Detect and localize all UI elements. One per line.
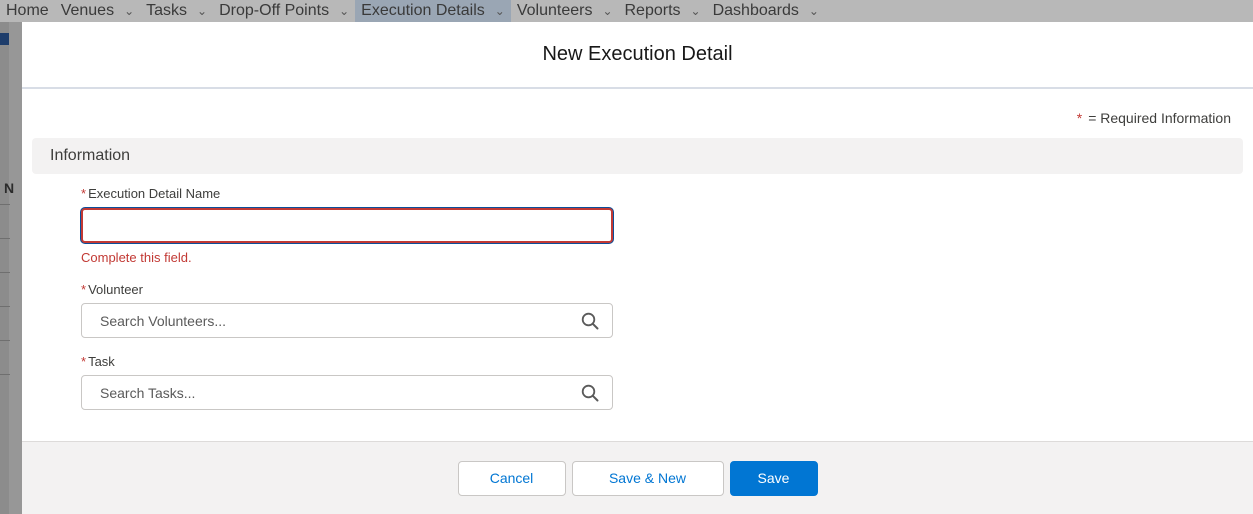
field-volunteer: * Volunteer (81, 282, 613, 338)
nav-item-drop-off-points[interactable]: Drop-Off Points ⌄ (213, 0, 355, 22)
background-row-divider (0, 340, 10, 341)
background-row-divider (0, 238, 10, 239)
required-legend: * = Required Information (1077, 110, 1231, 126)
chevron-down-icon[interactable]: ⌄ (809, 4, 819, 18)
nav-item-tasks[interactable]: Tasks ⌄ (140, 0, 213, 22)
new-record-modal: New Execution Detail * = Required Informa… (22, 22, 1253, 514)
nav-item-volunteers[interactable]: Volunteers ⌄ (511, 0, 619, 22)
chevron-down-icon[interactable]: ⌄ (495, 4, 505, 18)
nav-item-label: Tasks (146, 2, 188, 19)
field-label-text: Task (88, 354, 115, 369)
task-lookup[interactable] (81, 375, 613, 410)
task-search-input[interactable] (82, 376, 562, 409)
nav-item-home[interactable]: Home (0, 0, 55, 22)
background-row-divider (0, 272, 10, 273)
background-panel-edge (9, 22, 22, 514)
field-label: * Task (81, 354, 613, 369)
section-header-information[interactable]: Information (32, 138, 1243, 174)
modal-header: New Execution Detail (22, 22, 1253, 89)
background-nav-bar: Home Venues ⌄ Tasks ⌄ Drop-Off Points ⌄ … (0, 0, 1253, 22)
field-execution-detail-name: * Execution Detail Name Complete this fie… (81, 186, 613, 265)
chevron-down-icon[interactable]: ⌄ (197, 4, 207, 18)
nav-item-label: Venues (60, 2, 115, 19)
nav-item-label: Home (6, 2, 49, 19)
nav-item-execution-details[interactable]: Execution Details ⌄ (355, 0, 511, 22)
field-task: * Task (81, 354, 613, 410)
background-row-divider (0, 306, 10, 307)
chevron-down-icon[interactable]: ⌄ (124, 4, 134, 18)
modal-title: New Execution Detail (542, 43, 733, 65)
background-list-edge: N (0, 22, 22, 514)
nav-item-label: Volunteers (516, 2, 593, 19)
field-label: * Volunteer (81, 282, 613, 297)
save-and-new-button[interactable]: Save & New (571, 460, 724, 496)
background-accent (0, 33, 9, 45)
background-row-divider (0, 204, 10, 205)
execution-detail-name-input[interactable] (81, 208, 613, 243)
chevron-down-icon[interactable]: ⌄ (602, 4, 612, 18)
search-icon[interactable] (580, 383, 600, 403)
nav-item-venues[interactable]: Venues ⌄ (55, 0, 140, 22)
nav-item-label: Drop-Off Points (219, 2, 330, 19)
required-marker: * (81, 186, 87, 201)
volunteer-search-input[interactable] (82, 304, 562, 337)
required-marker: * (81, 354, 87, 369)
field-label-text: Execution Detail Name (88, 186, 221, 201)
modal-footer: Cancel Save & New Save (22, 441, 1253, 514)
background-column-letter: N (4, 180, 15, 196)
field-label: * Execution Detail Name (81, 186, 613, 201)
nav-item-label: Execution Details (361, 2, 485, 19)
background-row-divider (0, 374, 10, 375)
chevron-down-icon[interactable]: ⌄ (339, 4, 349, 18)
cancel-button[interactable]: Cancel (457, 460, 566, 496)
volunteer-lookup[interactable] (81, 303, 613, 338)
nav-item-dashboards[interactable]: Dashboards ⌄ (707, 0, 825, 22)
section-title: Information (50, 147, 131, 164)
search-icon[interactable] (580, 311, 600, 331)
required-marker: * (81, 282, 87, 297)
required-star: * (1076, 110, 1083, 126)
save-button[interactable]: Save (729, 460, 818, 496)
field-error-message: Complete this field. (81, 250, 192, 265)
nav-item-reports[interactable]: Reports ⌄ (619, 0, 707, 22)
required-legend-text: = Required Information (1088, 110, 1231, 126)
chevron-down-icon[interactable]: ⌄ (691, 4, 701, 18)
field-label-text: Volunteer (88, 282, 143, 297)
nav-item-label: Dashboards (712, 2, 799, 19)
nav-item-label: Reports (624, 2, 681, 19)
